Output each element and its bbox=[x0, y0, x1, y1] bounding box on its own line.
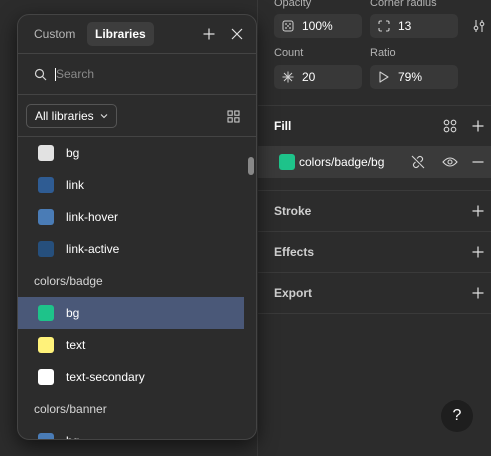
tab-custom[interactable]: Custom bbox=[26, 22, 83, 46]
color-swatch bbox=[38, 305, 54, 321]
color-swatch bbox=[38, 145, 54, 161]
star-count-icon bbox=[282, 71, 294, 83]
corner-radius-icon bbox=[378, 20, 390, 32]
ratio-icon bbox=[379, 71, 389, 83]
corner-radius-input[interactable]: 13 bbox=[370, 14, 458, 38]
plus-icon bbox=[203, 28, 215, 40]
search-input[interactable]: Search bbox=[34, 64, 234, 84]
color-style-label: text-secondary bbox=[66, 370, 145, 384]
color-style-label: text bbox=[66, 338, 86, 352]
count-input[interactable]: 20 bbox=[274, 65, 362, 89]
design-panel: Opacity 100% Corner radius 13 Count 20 R… bbox=[257, 0, 491, 456]
style-group-label: colors/banner bbox=[34, 402, 107, 416]
color-style-label: bg bbox=[66, 306, 80, 320]
add-fill-button[interactable] bbox=[468, 116, 488, 136]
count-value: 20 bbox=[302, 70, 316, 84]
remove-fill-button[interactable] bbox=[468, 152, 488, 172]
color-swatch bbox=[38, 433, 54, 439]
scrollbar[interactable] bbox=[245, 137, 256, 439]
help-button[interactable]: ? bbox=[441, 400, 473, 432]
opacity-label: Opacity bbox=[274, 0, 312, 9]
fill-color-swatch[interactable] bbox=[279, 154, 295, 170]
divider bbox=[258, 313, 491, 314]
add-export-button[interactable] bbox=[468, 283, 488, 303]
eye-icon bbox=[442, 157, 458, 167]
search-icon bbox=[34, 68, 47, 80]
corner-radius-label: Corner radius bbox=[370, 0, 437, 9]
plus-icon bbox=[472, 287, 484, 299]
minus-icon bbox=[472, 161, 484, 163]
add-stroke-button[interactable] bbox=[468, 201, 488, 221]
ratio-input[interactable]: 79% bbox=[370, 65, 458, 89]
divider bbox=[258, 231, 491, 232]
ratio-label: Ratio bbox=[370, 47, 396, 59]
detach-link-icon bbox=[411, 155, 425, 169]
fill-section-title: Fill bbox=[274, 119, 292, 133]
chevron-down-icon bbox=[100, 114, 108, 119]
divider bbox=[258, 105, 491, 106]
fill-style-row[interactable]: colors/badge/bg bbox=[258, 146, 491, 178]
export-section-title: Export bbox=[274, 286, 313, 300]
plus-icon bbox=[472, 205, 484, 217]
color-swatch bbox=[38, 337, 54, 353]
color-style-item[interactable]: bg bbox=[18, 297, 244, 329]
color-style-label: link-hover bbox=[66, 210, 119, 224]
color-style-item[interactable]: bg bbox=[18, 137, 244, 169]
color-style-label: bg bbox=[66, 146, 80, 160]
library-filter-dropdown[interactable]: All libraries bbox=[26, 104, 117, 128]
opacity-input[interactable]: 100% bbox=[274, 14, 362, 38]
color-style-item[interactable]: link-hover bbox=[18, 201, 244, 233]
color-style-item[interactable]: link-active bbox=[18, 233, 244, 265]
plus-icon bbox=[472, 246, 484, 258]
tab-libraries[interactable]: Libraries bbox=[87, 22, 154, 46]
view-toggle-button[interactable] bbox=[223, 106, 243, 126]
color-styles-popover: Custom Libraries Search All libraries bg… bbox=[17, 14, 257, 440]
close-icon bbox=[231, 28, 243, 40]
style-list: bg link link-hover link-active colors/badge b… bbox=[18, 137, 244, 439]
scrollbar-thumb[interactable] bbox=[248, 157, 254, 175]
color-swatch bbox=[38, 241, 54, 257]
count-label: Count bbox=[274, 47, 304, 59]
sliders-icon bbox=[473, 20, 485, 32]
styles-grid-icon bbox=[443, 119, 457, 133]
plus-icon bbox=[472, 120, 484, 132]
independent-corners-button[interactable] bbox=[469, 16, 489, 36]
color-style-item[interactable]: link bbox=[18, 169, 244, 201]
opacity-icon bbox=[282, 20, 294, 32]
grid-view-icon bbox=[227, 110, 239, 122]
color-style-item[interactable]: text-secondary bbox=[18, 361, 244, 393]
color-swatch bbox=[38, 369, 54, 385]
color-swatch bbox=[38, 209, 54, 225]
fill-style-name[interactable]: colors/badge/bg bbox=[299, 155, 384, 169]
library-filter-value: All libraries bbox=[35, 109, 94, 123]
opacity-value: 100% bbox=[302, 19, 333, 33]
color-style-label: bg bbox=[66, 434, 79, 439]
divider bbox=[18, 53, 256, 54]
divider bbox=[18, 94, 256, 95]
style-picker-button[interactable] bbox=[440, 116, 460, 136]
divider bbox=[258, 272, 491, 273]
close-popover-button[interactable] bbox=[227, 24, 247, 44]
divider bbox=[258, 190, 491, 191]
toggle-visibility-button[interactable] bbox=[440, 152, 460, 172]
color-style-item[interactable]: text bbox=[18, 329, 244, 361]
style-group-label: colors/badge bbox=[34, 274, 103, 288]
search-placeholder: Search bbox=[56, 67, 95, 81]
color-swatch bbox=[38, 177, 54, 193]
add-effect-button[interactable] bbox=[468, 242, 488, 262]
corner-radius-value: 13 bbox=[398, 19, 412, 33]
color-style-label: link bbox=[66, 178, 85, 192]
stroke-section-title: Stroke bbox=[274, 204, 312, 218]
ratio-value: 79% bbox=[398, 70, 423, 84]
detach-style-button[interactable] bbox=[408, 152, 428, 172]
effects-section-title: Effects bbox=[274, 245, 315, 259]
color-style-item[interactable]: bg bbox=[18, 425, 244, 439]
color-style-label: link-active bbox=[66, 242, 120, 256]
create-style-button[interactable] bbox=[199, 24, 219, 44]
